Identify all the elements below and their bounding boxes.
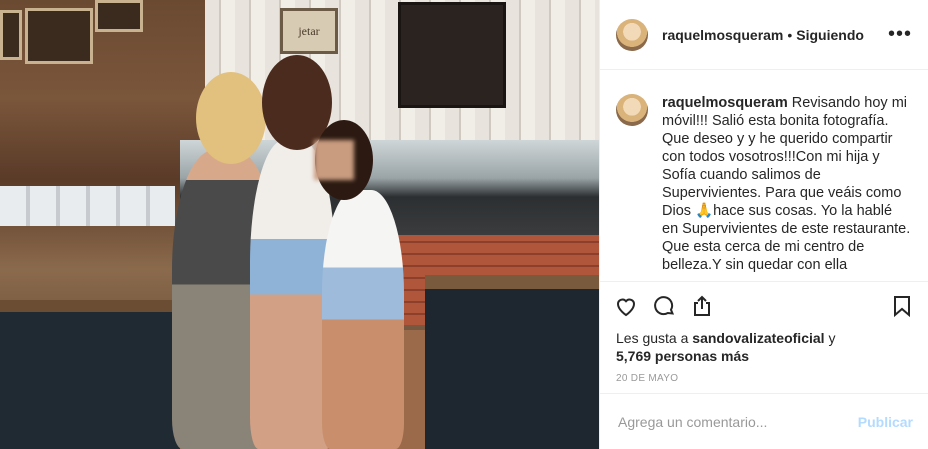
bookmark-icon[interactable] (888, 292, 916, 320)
photo-plates (0, 186, 175, 226)
photo-person-head (196, 72, 266, 164)
photo-frame (95, 0, 143, 32)
more-options-icon[interactable]: ••• (888, 23, 912, 46)
blurred-face (314, 140, 354, 180)
post-photo[interactable]: jetar (0, 0, 599, 449)
caption-text: Revisando hoy mi móvil!!! Salió esta bon… (662, 95, 911, 273)
likes-conjunction: y (828, 330, 836, 346)
likes-prefix: Les gusta a (616, 330, 689, 346)
photo-booth (0, 300, 180, 449)
photo-frame (0, 10, 22, 60)
comment-box: Publicar (600, 393, 928, 449)
post-caption: raquelmosqueram Revisando hoy mi móvil!!… (600, 70, 928, 281)
publish-button[interactable]: Publicar (858, 414, 913, 430)
photo-booth (425, 275, 599, 449)
share-icon[interactable] (688, 292, 716, 320)
header-username[interactable]: raquelmosqueram (662, 27, 783, 43)
photo-frame (25, 8, 93, 64)
post-date[interactable]: 20 DE MAYO (600, 365, 928, 384)
avatar[interactable] (616, 18, 648, 51)
caption-text-block: raquelmosqueram Revisando hoy mi móvil!!… (662, 94, 912, 281)
action-bar (600, 281, 928, 329)
follow-status-button[interactable]: Siguiendo (796, 27, 864, 43)
comment-input[interactable] (616, 412, 858, 431)
heart-icon[interactable] (612, 292, 640, 320)
photo-sign: jetar (280, 8, 338, 54)
likes-count-link[interactable]: 5,769 personas más (616, 348, 749, 364)
post-header: raquelmosqueram • Siguiendo ••• (600, 0, 928, 70)
post-sidebar: raquelmosqueram • Siguiendo ••• raquelmo… (599, 0, 928, 449)
caption-username[interactable]: raquelmosqueram (662, 95, 788, 111)
header-separator: • (787, 26, 793, 43)
post-view: jetar raquelmosqueram • Siguiendo ••• ra… (0, 0, 928, 449)
photo-wine-shelf (398, 2, 506, 108)
likes-user-link[interactable]: sandovalizateoficial (692, 330, 824, 346)
avatar[interactable] (616, 94, 648, 126)
photo-person (322, 190, 404, 449)
likes-summary: Les gusta a sandovalizateoficial y 5,769… (600, 329, 928, 365)
comment-icon[interactable] (650, 292, 678, 320)
